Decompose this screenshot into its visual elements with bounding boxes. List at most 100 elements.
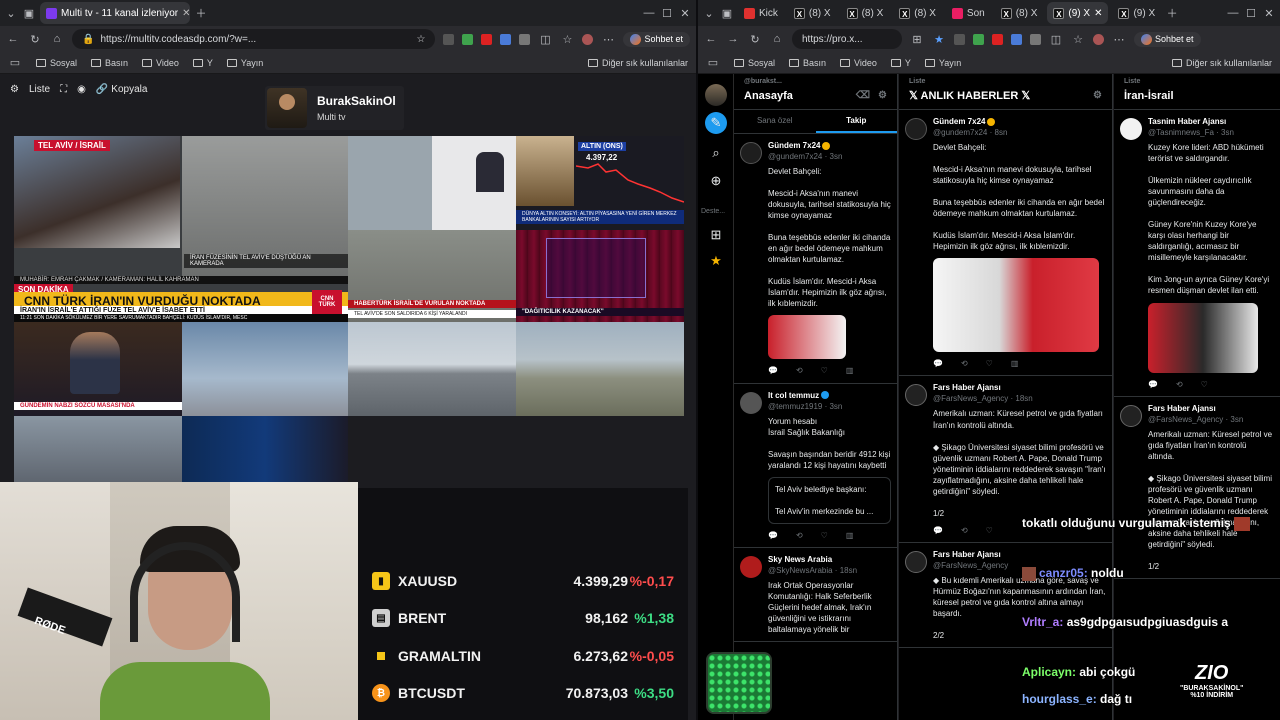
- tab-following[interactable]: Takip: [815, 110, 897, 133]
- bookmark-folder[interactable]: Y: [192, 58, 213, 68]
- tab-x[interactable]: X (8) X: [841, 2, 890, 24]
- workspaces-icon[interactable]: ▣: [22, 7, 36, 20]
- quoted-tweet[interactable]: Tel Aviv belediye başkanı: Tel Aviv'in m…: [768, 476, 891, 524]
- bookmark-bar-toggle-icon[interactable]: ▭: [8, 56, 22, 69]
- add-column-icon[interactable]: ⊕: [705, 170, 727, 192]
- video-tile-11[interactable]: [182, 416, 348, 482]
- maximize-icon[interactable]: ☐: [1244, 7, 1258, 20]
- extension-icon[interactable]: [481, 33, 493, 45]
- like-icon[interactable]: ♡: [986, 358, 993, 369]
- maximize-icon[interactable]: ☐: [660, 7, 674, 20]
- video-tile-coast[interactable]: [516, 322, 684, 416]
- extension-icon[interactable]: [1030, 33, 1041, 45]
- extension-icon[interactable]: [954, 33, 965, 45]
- tweet[interactable]: Fars Haber Ajansı @FarsNews_Agency ◆ Bu …: [899, 543, 1112, 649]
- reply-icon[interactable]: 💬: [933, 358, 943, 369]
- split-screen-icon[interactable]: ◫: [1049, 33, 1063, 46]
- new-tab-icon[interactable]: ＋: [194, 5, 208, 21]
- retweet-icon[interactable]: ⟲: [961, 525, 968, 536]
- copy-button[interactable]: 🔗 Kopyala: [96, 84, 148, 95]
- video-tile-city[interactable]: [348, 322, 516, 416]
- new-tab-icon[interactable]: ＋: [1165, 5, 1179, 21]
- tab-x[interactable]: X (8) X: [788, 2, 837, 24]
- video-tile-cnnturk[interactable]: TEL AVİV / İSRAİL İRAN FÜZESİNİN TEL AVİ…: [14, 136, 348, 322]
- bookmark-folder[interactable]: Y: [890, 58, 911, 68]
- bookmark-bar-toggle-icon[interactable]: ▭: [706, 56, 720, 69]
- settings-gear-icon[interactable]: ⚙: [10, 84, 19, 95]
- video-tile-theater[interactable]: "DAĞITICILIK KAZANACAK": [516, 230, 684, 322]
- tab-x[interactable]: X (8) X: [893, 2, 942, 24]
- video-tile-gold[interactable]: ALTIN (ONS) 4.397,22 DÜNYA ALTIN KONSEYİ…: [516, 136, 684, 230]
- tweet[interactable]: Sky News Arabia @SkyNewsArabia · 18sn Ir…: [734, 548, 897, 643]
- retweet-icon[interactable]: ⟲: [1176, 379, 1183, 390]
- extension-icon[interactable]: [443, 33, 455, 45]
- refresh-icon[interactable]: ↻: [748, 33, 762, 46]
- tab-for-you[interactable]: Sana özel: [734, 110, 816, 133]
- split-screen-icon[interactable]: ◫: [538, 33, 552, 46]
- reply-icon[interactable]: 💬: [768, 530, 778, 541]
- bookmark-folder[interactable]: Video: [840, 58, 877, 68]
- like-icon[interactable]: ♡: [821, 530, 828, 541]
- like-icon[interactable]: ♡: [986, 525, 993, 536]
- retweet-icon[interactable]: ⟲: [796, 530, 803, 541]
- tweet[interactable]: Gündem 7x24 @gundem7x24 · 3sn Devlet Bah…: [734, 134, 897, 384]
- list-button[interactable]: Liste: [29, 84, 50, 95]
- tab-menu-icon[interactable]: ⌄: [702, 7, 716, 20]
- favorites-icon[interactable]: ☆: [1071, 33, 1085, 46]
- minimize-icon[interactable]: —: [642, 7, 656, 19]
- forward-icon[interactable]: →: [726, 33, 740, 45]
- retweet-icon[interactable]: ⟲: [961, 358, 968, 369]
- views-icon[interactable]: ▥: [846, 365, 854, 376]
- copilot-chat-button[interactable]: Sohbet et: [1134, 31, 1201, 47]
- star-deck-icon[interactable]: ★: [705, 250, 727, 272]
- workspaces-icon[interactable]: ▣: [720, 7, 734, 20]
- close-tab-icon[interactable]: ✕: [182, 8, 190, 19]
- profile-avatar[interactable]: [582, 33, 594, 45]
- like-icon[interactable]: ♡: [1201, 379, 1208, 390]
- search-icon[interactable]: ⌕: [705, 142, 727, 164]
- tab-x-active[interactable]: X (9) X ✕: [1047, 2, 1109, 24]
- reply-icon[interactable]: 💬: [768, 365, 778, 376]
- address-bar[interactable]: 🔒 https://multitv.codeasdp.com/?w=... ☆: [72, 29, 436, 49]
- column-settings-icon[interactable]: ⚙: [878, 90, 887, 101]
- video-tile-sozcu[interactable]: GÜNDEMİN NABZI SÖZCÜ MASASI'NDA: [14, 322, 182, 416]
- tab-x[interactable]: X (9) X: [1112, 2, 1161, 24]
- other-favorites[interactable]: Diğer sık kullanılanlar: [1171, 58, 1272, 68]
- extension-icon[interactable]: [973, 33, 984, 45]
- video-tile-sky[interactable]: [182, 322, 348, 416]
- extension-icon[interactable]: [519, 33, 531, 45]
- retweet-icon[interactable]: ⟲: [796, 365, 803, 376]
- tweet[interactable]: Tasnim Haber Ajansı @Tasnimnews_Fa · 3sn…: [1114, 110, 1280, 397]
- more-options-icon[interactable]: ⋯: [601, 33, 615, 46]
- favorites-icon[interactable]: ☆: [560, 33, 574, 46]
- bookmark-folder[interactable]: Basın: [789, 58, 826, 68]
- video-tile-haberturk[interactable]: HABERTÜRK İSRAİL'DE VURULAN NOKTADA TEL …: [348, 230, 516, 322]
- extension-icon[interactable]: [992, 33, 1003, 45]
- app-icon[interactable]: ⊞: [910, 33, 924, 46]
- tweet-image[interactable]: [768, 315, 846, 360]
- tab-x[interactable]: X (8) X: [995, 2, 1044, 24]
- views-icon[interactable]: ▥: [1011, 358, 1019, 369]
- copilot-chat-button[interactable]: Sohbet et: [623, 31, 690, 47]
- extension-icon[interactable]: [1011, 33, 1022, 45]
- compose-icon[interactable]: ✎: [705, 112, 727, 134]
- video-tile-10[interactable]: [14, 416, 182, 482]
- minimize-icon[interactable]: —: [1226, 7, 1240, 19]
- reply-icon[interactable]: 💬: [1148, 379, 1158, 390]
- tab-menu-icon[interactable]: ⌄: [4, 7, 18, 20]
- favorite-star-icon[interactable]: ★: [932, 33, 946, 46]
- user-avatar[interactable]: [705, 84, 727, 106]
- clear-icon[interactable]: ⌫: [856, 90, 870, 101]
- audio-icon[interactable]: ◉: [77, 84, 86, 95]
- bookmark-folder[interactable]: Basın: [91, 58, 128, 68]
- bookmark-folder[interactable]: Yayın: [226, 58, 263, 68]
- bookmark-folder[interactable]: Yayın: [924, 58, 961, 68]
- tweet-image[interactable]: [933, 258, 1099, 353]
- more-options-icon[interactable]: ⋯: [1112, 33, 1126, 46]
- reply-icon[interactable]: 💬: [933, 525, 943, 536]
- column-settings-icon[interactable]: ⚙: [1093, 90, 1102, 101]
- bookmark-folder[interactable]: Sosyal: [36, 58, 77, 68]
- fullscreen-icon[interactable]: ⛶: [60, 84, 67, 95]
- back-icon[interactable]: ←: [704, 33, 718, 45]
- tab-kick[interactable]: Kick: [738, 2, 784, 24]
